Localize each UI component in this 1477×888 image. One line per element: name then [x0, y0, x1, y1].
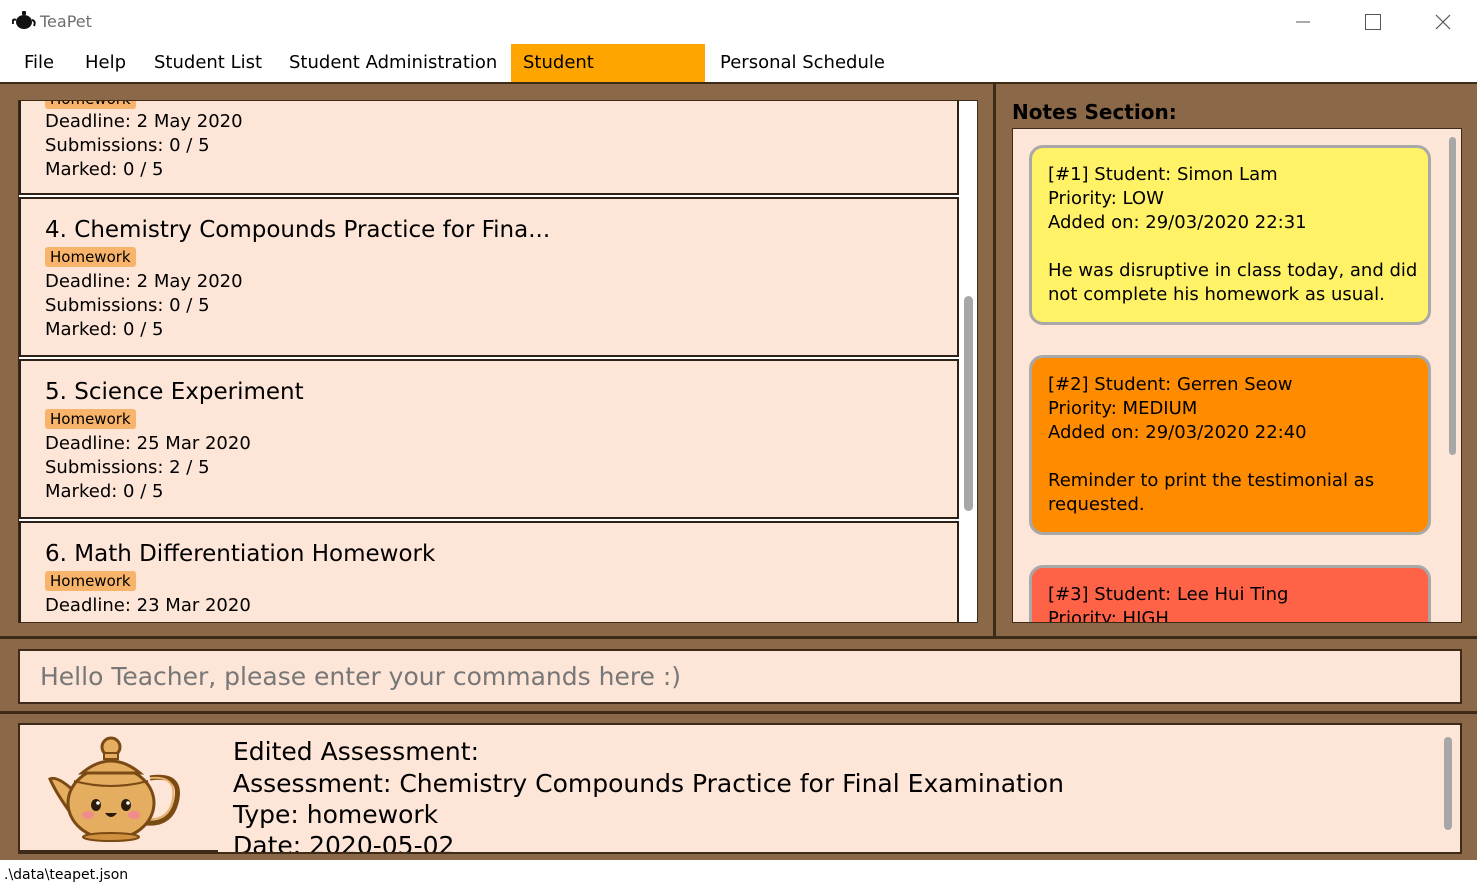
menu-student-academics[interactable]: Student Academics — [511, 44, 705, 111]
app-title: TeaPet — [40, 12, 92, 31]
close-button[interactable] — [1408, 0, 1477, 44]
assessment-title: 4. Chemistry Compounds Practice for Fina… — [45, 217, 551, 243]
notes-list[interactable]: [#1] Student: Simon Lam Priority: LOW Ad… — [1012, 128, 1462, 623]
menu-file[interactable]: File — [12, 44, 66, 82]
menu-student-list[interactable]: Student List — [142, 44, 274, 82]
minimize-icon — [1296, 21, 1310, 23]
note-card[interactable]: [#3] Student: Lee Hui Ting Priority: HIG… — [1029, 565, 1431, 623]
result-line: Type: homework — [233, 800, 439, 829]
assessment-deadline: Deadline: 2 May 2020 — [45, 271, 243, 292]
command-divider-top — [0, 636, 1477, 639]
note-card[interactable]: [#2] Student: Gerren Seow Priority: MEDI… — [1029, 355, 1431, 535]
save-file-path: .\data\teapet.json — [4, 867, 129, 883]
assessment-tag: Homework — [45, 101, 136, 109]
assessment-marked: Marked: 0 / 5 — [45, 159, 164, 180]
assessment-submissions: Submissions: 2 / 5 — [45, 457, 210, 478]
note-header: [#3] Student: Lee Hui Ting — [1048, 584, 1289, 605]
note-body: requested. — [1048, 494, 1145, 515]
menu-student-administration[interactable]: Student Administration — [277, 44, 509, 82]
note-body: Reminder to print the testimonial as — [1048, 470, 1375, 491]
status-bar: .\data\teapet.json — [0, 860, 1477, 888]
result-scrollbar-thumb[interactable] — [1444, 737, 1452, 830]
teapot-icon — [12, 11, 36, 29]
result-underline — [18, 850, 218, 852]
assessment-tag: Homework — [45, 247, 136, 267]
note-added: Added on: 29/03/2020 22:40 — [1048, 422, 1307, 443]
result-line: Assessment: Chemistry Compounds Practice… — [233, 769, 1064, 798]
assessment-marked: Marked: 0 / 5 — [45, 481, 164, 502]
minimize-button[interactable] — [1268, 0, 1338, 44]
notes-scrollbar-thumb[interactable] — [1449, 137, 1456, 455]
assessment-tag: Homework — [45, 409, 136, 429]
note-priority: Priority: MEDIUM — [1048, 398, 1198, 419]
assessment-card[interactable]: 5. Science Experiment Homework Deadline:… — [19, 359, 959, 519]
assessment-card[interactable]: Homework Deadline: 2 May 2020 Submission… — [19, 101, 959, 195]
assessment-deadline: Deadline: 2 May 2020 — [45, 111, 243, 132]
command-divider-bottom — [0, 711, 1477, 714]
assessment-card[interactable]: 4. Chemistry Compounds Practice for Fina… — [19, 197, 959, 357]
assessment-title: 6. Math Differentiation Homework — [45, 541, 436, 567]
maximize-button[interactable] — [1338, 0, 1408, 44]
command-box — [18, 649, 1462, 704]
menu-personal-schedule[interactable]: Personal Schedule — [708, 44, 897, 82]
assessment-title: 5. Science Experiment — [45, 379, 304, 405]
note-added: Added on: 29/03/2020 22:31 — [1048, 212, 1307, 233]
title-bar: TeaPet — [0, 0, 1477, 44]
note-card[interactable]: [#1] Student: Simon Lam Priority: LOW Ad… — [1029, 145, 1431, 325]
result-display[interactable]: Edited Assessment: Assessment: Chemistry… — [18, 723, 1462, 854]
note-body: not complete his homework as usual. — [1048, 284, 1385, 305]
assessment-tag: Homework — [45, 571, 136, 591]
assessment-submissions: Submissions: 0 / 5 — [45, 135, 210, 156]
assessment-list[interactable]: Homework Deadline: 2 May 2020 Submission… — [18, 100, 978, 623]
panel-divider[interactable] — [993, 82, 996, 638]
result-line: Edited Assessment: — [233, 737, 479, 766]
result-line: Date: 2020-05-02 — [233, 831, 455, 854]
close-icon — [1435, 14, 1451, 30]
notes-section-label: Notes Section: — [1012, 100, 1177, 124]
assessment-submissions: Submissions: 0 / 5 — [45, 295, 210, 316]
maximize-icon — [1365, 14, 1381, 30]
menu-bar: File Help Student List Student Administr… — [0, 44, 1477, 111]
assessment-deadline: Deadline: 25 Mar 2020 — [45, 433, 251, 454]
menu-help[interactable]: Help — [73, 44, 138, 82]
assessment-marked: Marked: 0 / 5 — [45, 319, 164, 340]
note-body: He was disruptive in class today, and di… — [1048, 260, 1418, 281]
assessment-deadline: Deadline: 23 Mar 2020 — [45, 595, 251, 616]
note-priority: Priority: LOW — [1048, 188, 1164, 209]
list-scrollbar-thumb[interactable] — [964, 296, 973, 511]
note-priority: Priority: HIGH — [1048, 608, 1169, 623]
note-header: [#1] Student: Simon Lam — [1048, 164, 1278, 185]
note-header: [#2] Student: Gerren Seow — [1048, 374, 1293, 395]
assessment-card[interactable]: 6. Math Differentiation Homework Homewor… — [19, 521, 959, 622]
frame-top-border — [0, 82, 1477, 84]
teapot-mascot-icon — [48, 736, 180, 842]
command-input[interactable] — [20, 651, 1460, 702]
